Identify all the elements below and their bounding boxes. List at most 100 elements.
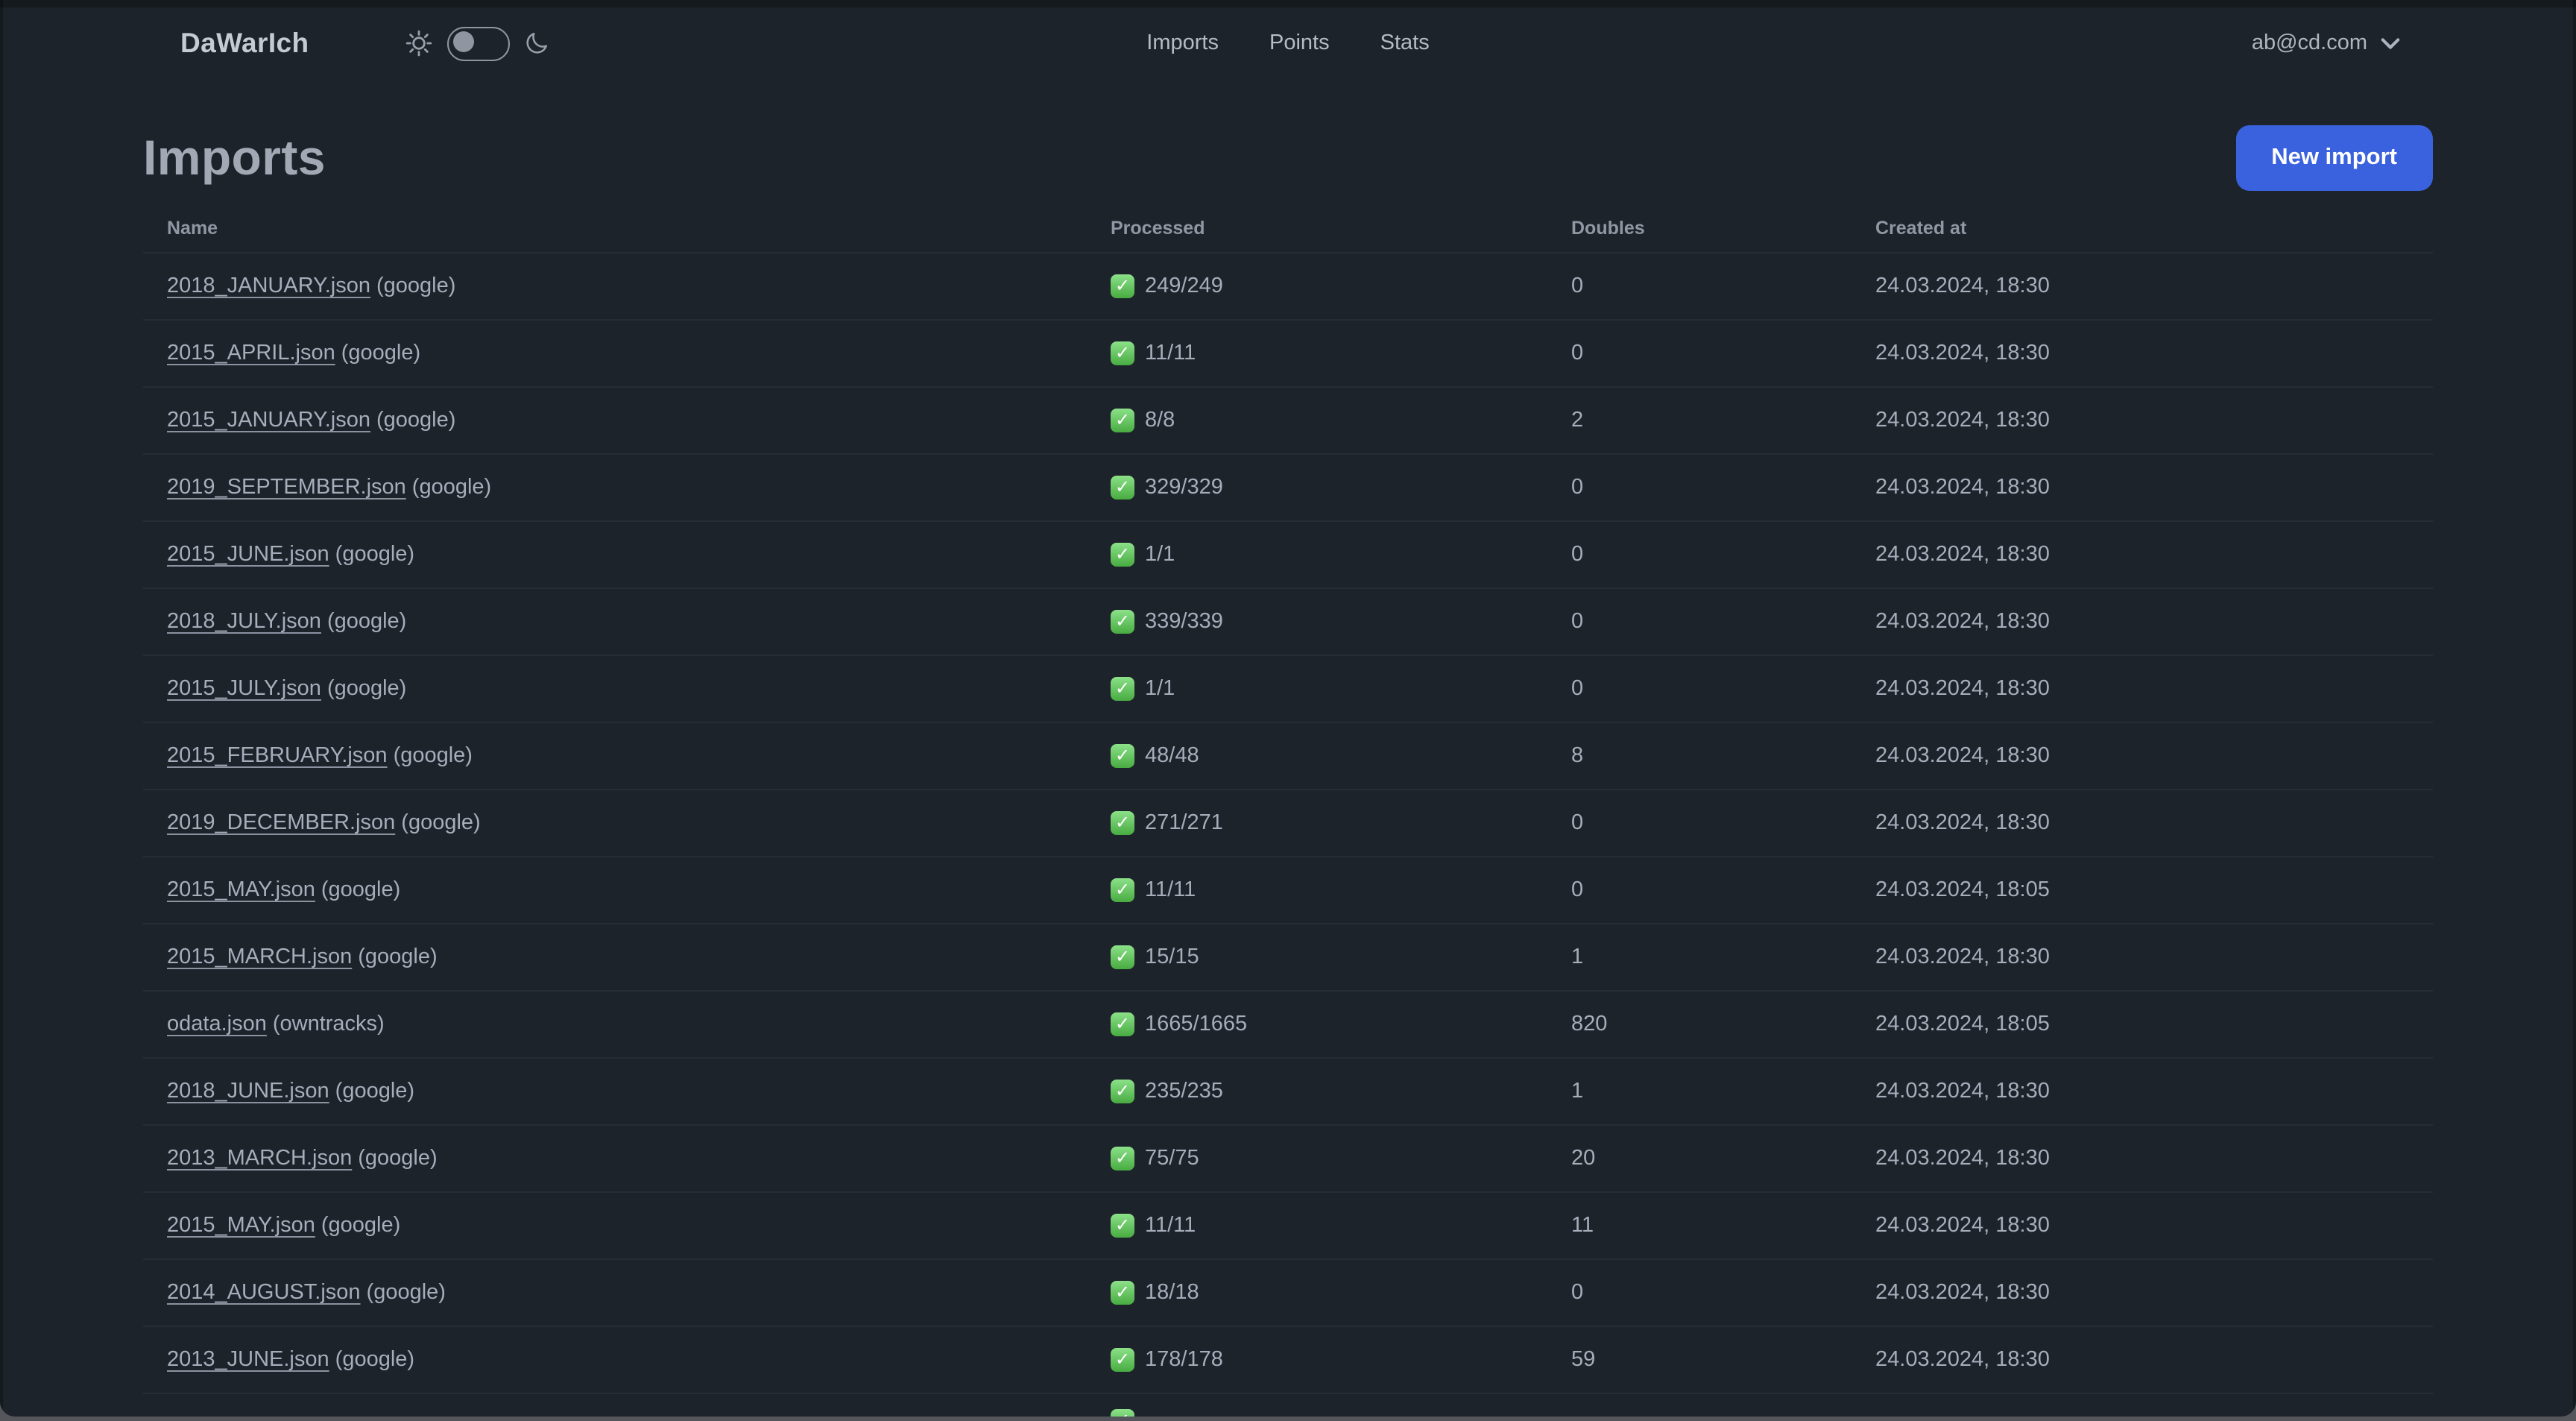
- table-row: 2014_AUGUST.json (google) ✓ 18/18 0 24.03…: [143, 1259, 2433, 1327]
- import-file-link[interactable]: 2014_AUGUST.json: [167, 1281, 361, 1305]
- doubles-count: 0: [1547, 454, 1852, 522]
- import-file-link[interactable]: odata.json: [167, 1012, 267, 1036]
- table-header-row: Name Processed Doubles Created at: [143, 200, 2433, 253]
- created-at: 24.03.2024, 18:30: [1852, 790, 2433, 857]
- window-bottom-edge: [0, 1417, 2576, 1421]
- table-row: 2015_FEBRUARY.json (google) ✓ 48/48 8 24.…: [143, 722, 2433, 790]
- created-at: 24.03.2024, 18:30: [1852, 1058, 2433, 1126]
- created-at: 24.03.2024, 18:30: [1852, 521, 2433, 589]
- processed-cell: ✓ 249/249: [1087, 253, 1547, 321]
- name-cell: 2013_MARCH.json (google): [143, 1125, 1087, 1193]
- created-at: 24.03.2024, 18:30: [1852, 320, 2433, 388]
- import-file-link[interactable]: 2015_MARCH.json: [167, 945, 352, 969]
- theme-toggle[interactable]: [447, 26, 511, 60]
- table-row: 2015_APRIL.json (google) ✓ 11/11 0 24.03.…: [143, 320, 2433, 388]
- import-file-link[interactable]: 2013_JUNE.json: [167, 1348, 329, 1372]
- import-source: (google): [358, 945, 438, 969]
- nav-item-points[interactable]: Points: [1269, 31, 1330, 55]
- table-row: 2013_JUNE.json (google) ✓ 178/178 59 24.0…: [143, 1326, 2433, 1394]
- created-at: 24.03.2024, 18:30: [1852, 387, 2433, 455]
- check-emoji: ✓: [1111, 744, 1134, 768]
- processed-count: 249/249: [1145, 274, 1223, 298]
- import-file-link[interactable]: 2019_DECEMBER.json: [167, 811, 395, 835]
- table-row: 2019_SEPTEMBER.json (google) ✓ 329/329 0 …: [143, 454, 2433, 522]
- screen: DaWarIch Imports Points Stats ab@cd.com …: [0, 0, 2576, 1421]
- import-file-link[interactable]: 2018_JUNE.json: [167, 1080, 329, 1103]
- check-emoji: ✓: [1111, 677, 1134, 701]
- import-file-link[interactable]: 2018_JULY.json: [167, 610, 321, 634]
- check-emoji: ✓: [1111, 878, 1134, 902]
- name-cell: 2019_DECEMBER.json (google): [143, 790, 1087, 857]
- import-file-link[interactable]: 2015_JANUARY.json: [167, 409, 370, 432]
- nav-item-imports[interactable]: Imports: [1146, 31, 1219, 55]
- created-at: [1852, 1393, 2433, 1417]
- doubles-count: 0: [1547, 655, 1852, 723]
- import-file-link[interactable]: 2015_FEBRUARY.json: [167, 744, 388, 768]
- import-file-link[interactable]: 2015_MAY.json: [167, 878, 315, 902]
- check-emoji: ✓: [1111, 274, 1134, 298]
- import-source: (google): [341, 341, 421, 365]
- name-cell: 2015_MARCH.json (google): [143, 924, 1087, 992]
- processed-count: 1/1: [1145, 677, 1175, 701]
- doubles-count: [1547, 1393, 1852, 1417]
- processed-cell: ✓ 48/48: [1087, 722, 1547, 790]
- created-at: 24.03.2024, 18:30: [1852, 1326, 2433, 1394]
- check-emoji: ✓: [1111, 476, 1134, 500]
- table-row: 2018_JULY.json (google) ✓ 339/339 0 24.03…: [143, 588, 2433, 656]
- import-file-link[interactable]: 2015_JUNE.json: [167, 543, 329, 567]
- check-emoji: ✓: [1111, 610, 1134, 634]
- name-cell: 2013_JUNE.json (google): [143, 1326, 1087, 1394]
- created-at: 24.03.2024, 18:30: [1852, 454, 2433, 522]
- import-file-link[interactable]: 2015_JULY.json: [167, 677, 321, 701]
- page-content: Imports New import Name Processed Double…: [0, 125, 2576, 1417]
- moon-icon: [527, 32, 548, 54]
- processed-count: 18/18: [1145, 1281, 1199, 1305]
- processed-cell: ✓ 15/15: [1087, 924, 1547, 992]
- doubles-count: 0: [1547, 1259, 1852, 1327]
- processed-count: 11/11: [1145, 1214, 1196, 1238]
- import-file-link[interactable]: 2019_SEPTEMBER.json: [167, 476, 406, 500]
- import-source: (google): [401, 811, 481, 835]
- processed-count: 235/235: [1145, 1080, 1223, 1103]
- brand-logo[interactable]: DaWarIch: [180, 27, 309, 60]
- import-file-link[interactable]: 2015_APRIL.json: [167, 341, 335, 365]
- created-at: 24.03.2024, 18:05: [1852, 991, 2433, 1059]
- account-menu[interactable]: ab@cd.com: [2252, 31, 2400, 55]
- name-cell: 2019_SEPTEMBER.json (google): [143, 454, 1087, 522]
- column-header-created-at: Created at: [1852, 200, 2433, 253]
- name-cell: 2015_MAY.json (google): [143, 857, 1087, 924]
- nav-item-stats[interactable]: Stats: [1380, 31, 1430, 55]
- table-row: ✓: [143, 1393, 2433, 1417]
- created-at: 24.03.2024, 18:30: [1852, 1192, 2433, 1260]
- doubles-count: 1: [1547, 924, 1852, 992]
- doubles-count: 20: [1547, 1125, 1852, 1193]
- import-source: (google): [321, 878, 401, 902]
- check-emoji: ✓: [1111, 409, 1134, 432]
- sun-icon: [406, 30, 432, 57]
- check-emoji: ✓: [1111, 945, 1134, 969]
- processed-cell: ✓ 18/18: [1087, 1259, 1547, 1327]
- name-cell: 2018_JULY.json (google): [143, 588, 1087, 656]
- processed-cell: ✓ 178/178: [1087, 1326, 1547, 1394]
- import-source: (google): [326, 677, 407, 701]
- table-row: 2018_JANUARY.json (google) ✓ 249/249 0 24…: [143, 253, 2433, 321]
- new-import-button[interactable]: New import: [2235, 125, 2433, 191]
- import-file-link[interactable]: 2013_MARCH.json: [167, 1147, 352, 1170]
- processed-count: 1/1: [1145, 543, 1175, 567]
- doubles-count: 0: [1547, 320, 1852, 388]
- processed-cell: ✓ 1/1: [1087, 521, 1547, 589]
- import-file-link[interactable]: 2018_JANUARY.json: [167, 274, 370, 298]
- table-row: 2015_JULY.json (google) ✓ 1/1 0 24.03.202…: [143, 655, 2433, 723]
- check-emoji: ✓: [1111, 1147, 1134, 1170]
- import-file-link[interactable]: 2015_MAY.json: [167, 1214, 315, 1238]
- created-at: 24.03.2024, 18:30: [1852, 722, 2433, 790]
- processed-cell: ✓ 11/11: [1087, 1192, 1547, 1260]
- processed-cell: ✓ 8/8: [1087, 387, 1547, 455]
- imports-table: Name Processed Doubles Created at 2018_J…: [143, 200, 2433, 1417]
- import-source: (google): [411, 476, 492, 500]
- processed-cell: ✓ 75/75: [1087, 1125, 1547, 1193]
- processed-cell: ✓ 11/11: [1087, 320, 1547, 388]
- doubles-count: 8: [1547, 722, 1852, 790]
- chevron-down-icon: [2381, 37, 2400, 48]
- created-at: 24.03.2024, 18:30: [1852, 1125, 2433, 1193]
